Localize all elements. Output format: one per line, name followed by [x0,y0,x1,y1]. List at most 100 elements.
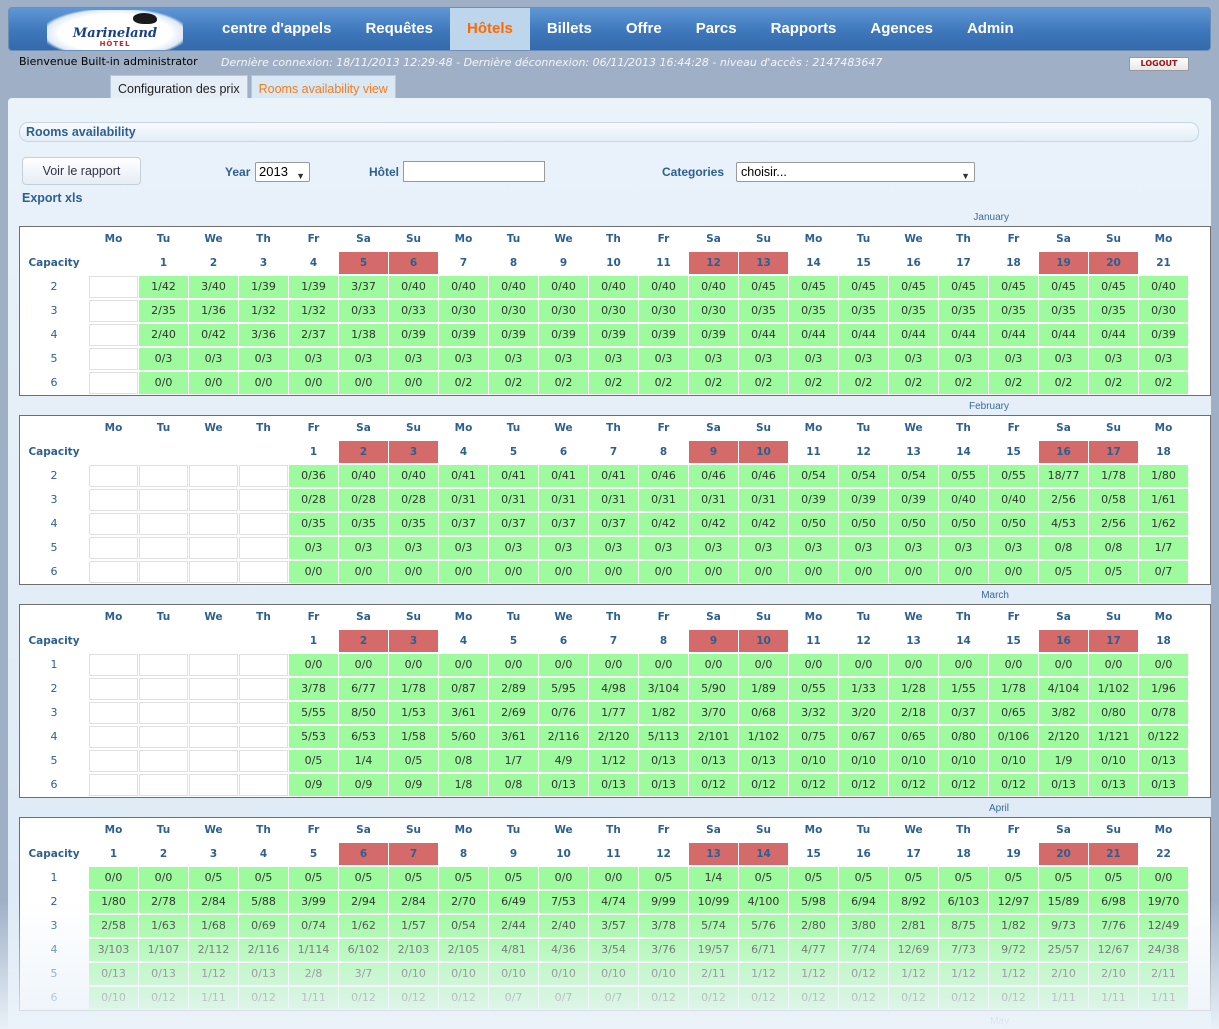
availability-cell[interactable]: 0/30 [439,300,488,322]
availability-cell[interactable]: 0/3 [739,348,788,370]
availability-cell[interactable]: 0/45 [889,276,938,298]
availability-cell[interactable]: 0/74 [289,915,338,937]
nav-item[interactable]: Admin [950,8,1031,50]
availability-cell[interactable]: 2/112 [189,939,238,961]
availability-cell[interactable]: 0/3 [689,537,738,559]
availability-cell[interactable]: 1/33 [839,678,888,700]
availability-cell[interactable]: 0/3 [989,537,1038,559]
availability-cell[interactable]: 1/107 [139,939,188,961]
availability-cell[interactable]: 0/67 [839,726,888,748]
availability-cell[interactable]: 2/101 [689,726,738,748]
availability-cell[interactable]: 1/36 [189,300,238,322]
availability-cell[interactable]: 2/89 [489,678,538,700]
tab-rooms-availability-view[interactable]: Rooms availability view [250,75,396,99]
availability-cell[interactable]: 0/3 [939,537,988,559]
availability-cell[interactable]: 0/3 [539,537,588,559]
availability-cell[interactable]: 0/0 [989,561,1038,583]
availability-cell[interactable]: 2/70 [439,891,488,913]
availability-cell[interactable]: 0/9 [389,774,438,796]
availability-cell[interactable]: 0/41 [439,465,488,487]
availability-cell[interactable]: 1/7 [489,750,538,772]
availability-cell[interactable]: 0/5 [289,750,338,772]
availability-cell[interactable]: 0/3 [839,537,888,559]
availability-cell[interactable]: 0/39 [489,324,538,346]
availability-cell[interactable]: 1/11 [1139,987,1188,1009]
availability-cell[interactable]: 0/35 [889,300,938,322]
availability-cell[interactable]: 1/80 [1139,465,1188,487]
availability-cell[interactable]: 0/50 [789,513,838,535]
availability-cell[interactable]: 0/50 [839,513,888,535]
availability-cell[interactable]: 0/5 [239,867,288,889]
availability-cell[interactable]: 5/113 [639,726,688,748]
availability-cell[interactable]: 0/0 [139,372,188,394]
availability-cell[interactable]: 7/76 [1089,915,1138,937]
availability-cell[interactable]: 0/0 [439,654,488,676]
availability-cell[interactable]: 0/9 [289,774,338,796]
availability-cell[interactable]: 0/28 [339,489,388,511]
availability-cell[interactable]: 0/12 [739,774,788,796]
availability-cell[interactable]: 0/0 [289,372,338,394]
availability-cell[interactable]: 1/11 [289,987,338,1009]
availability-cell[interactable]: 0/39 [389,324,438,346]
availability-cell[interactable]: 0/5 [339,867,388,889]
availability-cell[interactable]: 0/2 [789,372,838,394]
availability-cell[interactable]: 8/75 [939,915,988,937]
availability-cell[interactable]: 12/97 [989,891,1038,913]
availability-cell[interactable]: 0/5 [789,867,838,889]
availability-cell[interactable]: 0/35 [339,513,388,535]
availability-cell[interactable]: 0/37 [939,702,988,724]
availability-cell[interactable]: 0/5 [1039,867,1088,889]
availability-cell[interactable]: 1/55 [939,678,988,700]
availability-cell[interactable]: 0/0 [689,561,738,583]
availability-cell[interactable]: 2/35 [139,300,188,322]
availability-cell[interactable]: 2/116 [539,726,588,748]
availability-cell[interactable]: 0/40 [589,276,638,298]
availability-cell[interactable]: 10/99 [689,891,738,913]
availability-cell[interactable]: 2/11 [1139,963,1188,985]
availability-cell[interactable]: 0/3 [339,348,388,370]
availability-cell[interactable]: 12/49 [1139,915,1188,937]
availability-cell[interactable]: 2/44 [489,915,538,937]
availability-cell[interactable]: 0/80 [939,726,988,748]
availability-cell[interactable]: 0/5 [189,867,238,889]
availability-cell[interactable]: 0/0 [839,561,888,583]
availability-cell[interactable]: 0/3 [489,348,538,370]
availability-cell[interactable]: 0/2 [939,372,988,394]
availability-cell[interactable]: 0/45 [1089,276,1138,298]
nav-item[interactable]: Billets [530,8,609,50]
nav-item[interactable]: Hôtels [449,8,530,50]
availability-cell[interactable]: 2/69 [489,702,538,724]
tab-price-configuration[interactable]: Configuration des prix [110,75,248,99]
availability-cell[interactable]: 1/77 [589,702,638,724]
availability-cell[interactable]: 0/10 [839,750,888,772]
availability-cell[interactable]: 0/39 [589,324,638,346]
availability-cell[interactable]: 0/12 [839,963,888,985]
availability-cell[interactable]: 0/44 [839,324,888,346]
availability-cell[interactable]: 0/39 [789,489,838,511]
availability-cell[interactable]: 4/81 [489,939,538,961]
availability-cell[interactable]: 4/77 [789,939,838,961]
availability-cell[interactable]: 0/10 [389,963,438,985]
availability-cell[interactable]: 0/13 [1039,774,1088,796]
availability-cell[interactable]: 3/103 [89,939,138,961]
availability-cell[interactable]: 1/58 [389,726,438,748]
availability-cell[interactable]: 0/5 [439,867,488,889]
availability-cell[interactable]: 0/12 [789,774,838,796]
availability-cell[interactable]: 0/3 [439,537,488,559]
availability-cell[interactable]: 3/32 [789,702,838,724]
availability-cell[interactable]: 0/0 [1139,654,1188,676]
availability-cell[interactable]: 0/35 [389,513,438,535]
logout-button[interactable]: LOGOUT [1129,57,1189,71]
availability-cell[interactable]: 3/76 [639,939,688,961]
availability-cell[interactable]: 0/40 [339,465,388,487]
availability-cell[interactable]: 0/39 [539,324,588,346]
availability-cell[interactable]: 1/39 [239,276,288,298]
availability-cell[interactable]: 0/2 [1089,372,1138,394]
availability-cell[interactable]: 0/12 [339,987,388,1009]
availability-cell[interactable]: 0/41 [589,465,638,487]
availability-cell[interactable]: 0/31 [539,489,588,511]
availability-cell[interactable]: 0/55 [789,678,838,700]
availability-cell[interactable]: 0/3 [639,537,688,559]
availability-cell[interactable]: 0/68 [739,702,788,724]
availability-cell[interactable]: 1/12 [889,963,938,985]
